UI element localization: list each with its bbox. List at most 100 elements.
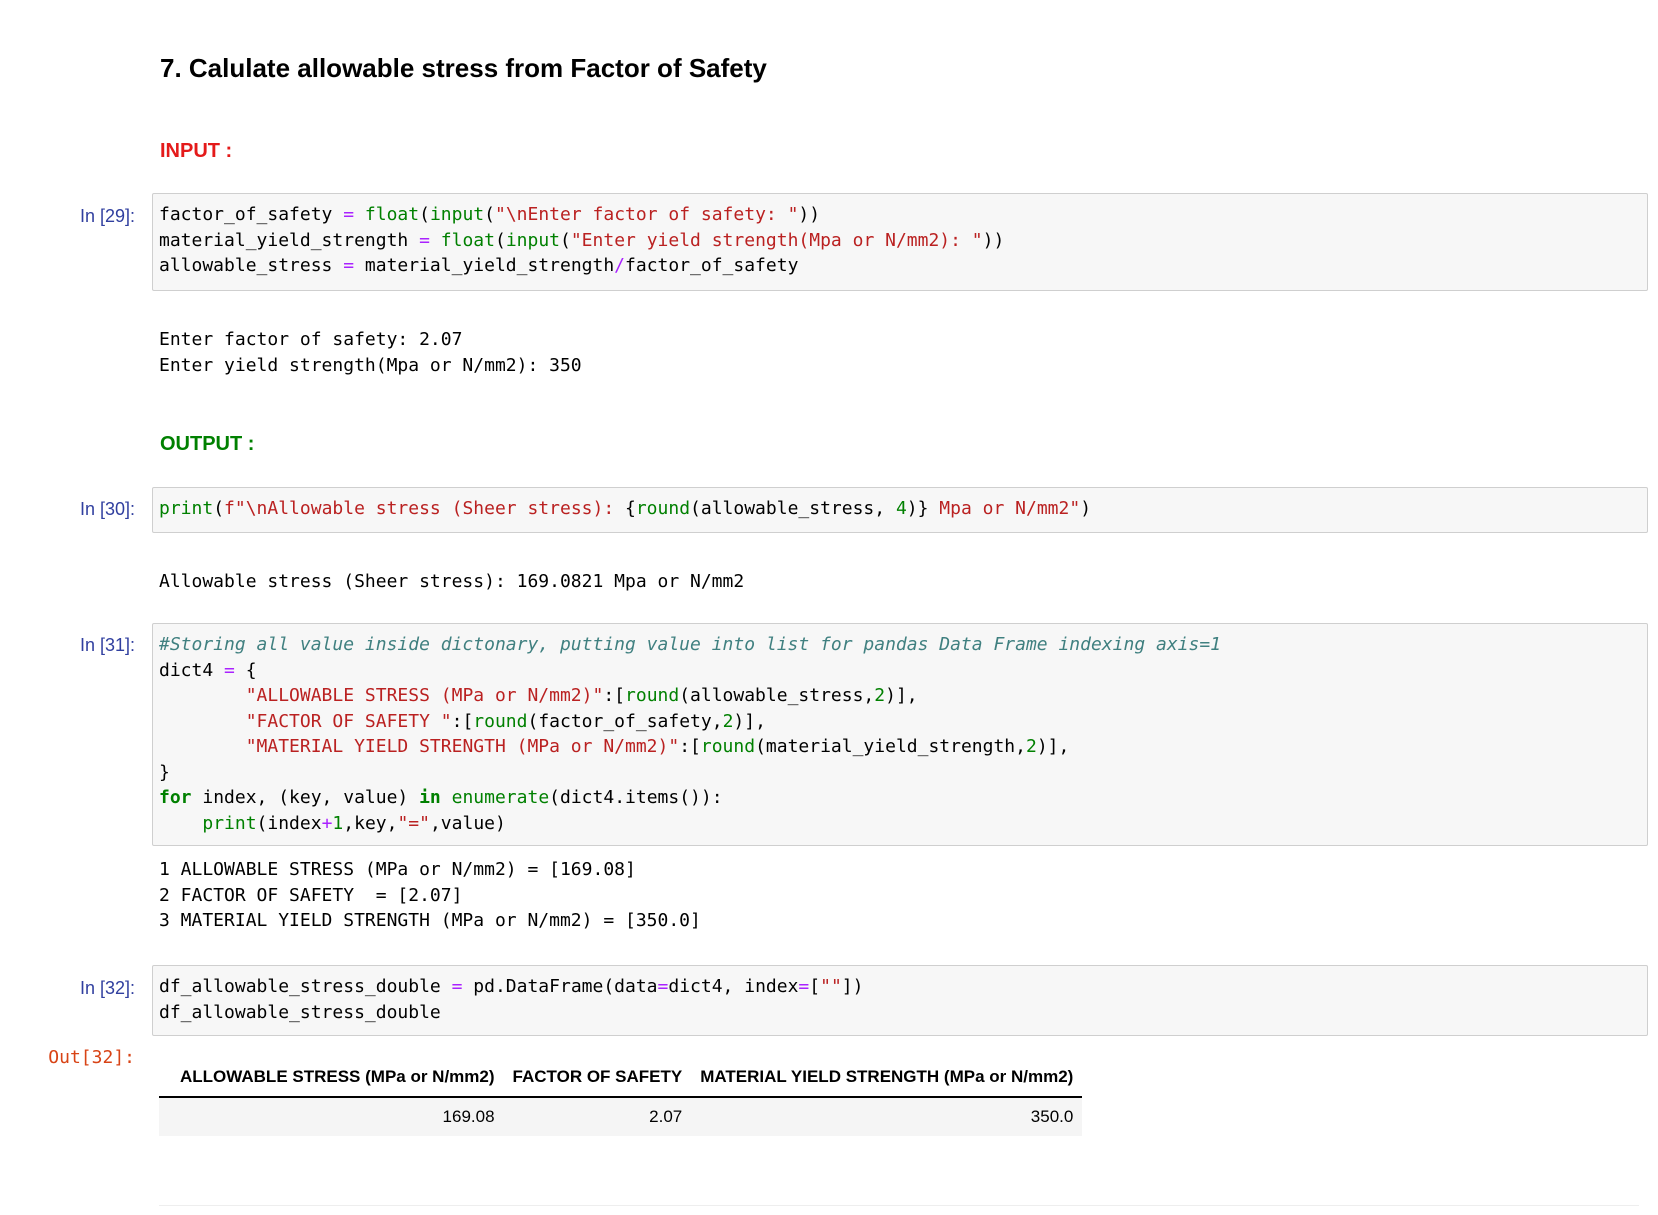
code-line: for index, (key, value) in enumerate(dic… [159,785,1641,811]
code-token: )) [982,229,1005,251]
code-token: [ [809,976,821,997]
code-token: :[ [679,736,701,757]
code-string: "Enter yield strength(Mpa or N/mm2): " [570,229,983,251]
code-builtin: print [159,498,214,519]
code-builtin: round [635,498,691,519]
code-number: 1 [332,812,344,834]
code-token: dict4 [159,659,225,681]
dataframe-cell: 350.0 [691,1097,1083,1136]
code-token: ,value) [429,812,506,834]
code-token: )) [798,204,821,225]
code-token: )], [1036,736,1070,757]
code-line: factor_of_safety = float(input("\nEnter … [159,202,1641,228]
code-token: ]) [841,976,864,997]
dataframe-index-header [159,1058,171,1098]
code-string: "ALLOWABLE STRESS (MPa or N/mm2)" [245,685,604,706]
dataframe-column-header: MATERIAL YIELD STRENGTH (MPa or N/mm2) [691,1058,1083,1098]
code-number: 2 [1026,736,1037,757]
cell-output: 1 ALLOWABLE STRESS (MPa or N/mm2) = [169… [159,857,701,934]
code-line: "ALLOWABLE STRESS (MPa or N/mm2)":[round… [159,683,1641,709]
code-line: print(index+1,key,"=",value) [159,811,1641,837]
code-operator: = [343,255,355,276]
code-builtin: input [505,229,560,251]
divider [159,1205,1639,1206]
code-token: (index [256,812,322,834]
code-token: index, (key, value) [191,787,420,808]
dataframe-table: ALLOWABLE STRESS (MPa or N/mm2) FACTOR O… [159,1058,1083,1136]
code-builtin: enumerate [451,787,550,808]
code-builtin: float [364,204,420,225]
code-keyword: for [159,787,192,808]
code-token: :[ [603,685,626,706]
code-string: "=" [397,812,430,834]
code-builtin: round [625,685,680,706]
output-line: 2 FACTOR OF SAFETY = [2.07] [159,884,463,906]
code-token: )} [906,498,929,519]
code-token: material_yield_strength [354,255,615,276]
code-token: ) [1080,498,1092,519]
cell-prompt: In [30]: [79,499,135,519]
code-line: "FACTOR OF SAFETY ":[round(factor_of_saf… [159,709,1641,735]
code-token: (factor_of_safety, [527,710,723,732]
code-token: { [234,659,257,681]
dataframe-row-index [159,1097,171,1136]
output-line: Allowable stress (Sheer stress): 169.082… [159,571,745,592]
code-builtin: input [429,204,485,225]
code-string: "\nEnter factor of safety: " [494,204,799,225]
code-token: (dict4.items()): [549,787,723,808]
output-line: 1 ALLOWABLE STRESS (MPa or N/mm2) = [169… [159,859,636,880]
code-operator: = [343,204,355,225]
code-number: 2 [722,710,734,732]
out-prompt: Out[32]: [48,1047,135,1068]
code-line: material_yield_strength = float(input("E… [159,228,1641,254]
code-token: (material_yield_strength, [755,736,1026,757]
dataframe-cell: 169.08 [171,1097,504,1136]
code-line: } [159,760,1641,786]
code-token: ( [213,498,225,519]
code-operator: = [451,976,463,997]
cell-prompt: In [29]: [79,206,135,226]
code-token: material_yield_strength [159,229,420,251]
code-token: ( [484,204,495,225]
code-token: { [625,498,636,519]
dataframe-cell: 2.07 [503,1097,692,1136]
code-token: dict4, index [668,976,799,997]
code-number: 2 [874,685,886,706]
code-line: "MATERIAL YIELD STRENGTH (MPa or N/mm2)"… [159,734,1641,760]
cell-output: Enter factor of safety: 2.07 Enter yield … [159,327,582,378]
output-line: Enter yield strength(Mpa or N/mm2): 350 [159,354,582,376]
input-section-label: INPUT : [160,140,233,162]
code-builtin: round [700,736,756,757]
output-line: Enter factor of safety: 2.07 [159,329,463,350]
code-token: df_allowable_stress_double [159,1001,441,1023]
code-builtin: float [440,229,495,251]
dataframe-row: 169.08 2.07 350.0 [159,1097,1083,1136]
code-cell[interactable]: #Storing all value inside dictonary, put… [152,623,1648,846]
output-section-label: OUTPUT : [160,433,255,455]
code-cell[interactable]: print(f"\nAllowable stress (Sheer stress… [152,487,1648,533]
code-builtin: round [473,710,528,732]
code-line: print(f"\nAllowable stress (Sheer stress… [159,496,1641,522]
code-token: :[ [451,710,474,732]
code-line: #Storing all value inside dictonary, put… [159,632,1641,658]
code-token: ( [419,204,430,225]
dataframe-column-header: FACTOR OF SAFETY [503,1058,692,1098]
code-token: pd.DataFrame(data [462,976,658,997]
code-cell[interactable]: df_allowable_stress_double = pd.DataFram… [152,965,1648,1036]
code-token: )], [885,685,918,706]
code-token: factor_of_safety [625,255,799,276]
section-heading: 7. Calulate allowable stress from Factor… [160,53,767,83]
code-operator: + [321,812,333,834]
code-operator: = [657,976,669,997]
code-string: "FACTOR OF SAFETY " [245,710,452,732]
code-cell[interactable]: factor_of_safety = float(input("\nEnter … [152,193,1648,291]
cell-prompt: In [31]: [79,635,135,655]
code-string: "MATERIAL YIELD STRENGTH (MPa or N/mm2)" [245,736,680,757]
code-token: ( [560,229,571,251]
code-token: ( [494,229,506,251]
code-builtin: print [202,812,257,834]
